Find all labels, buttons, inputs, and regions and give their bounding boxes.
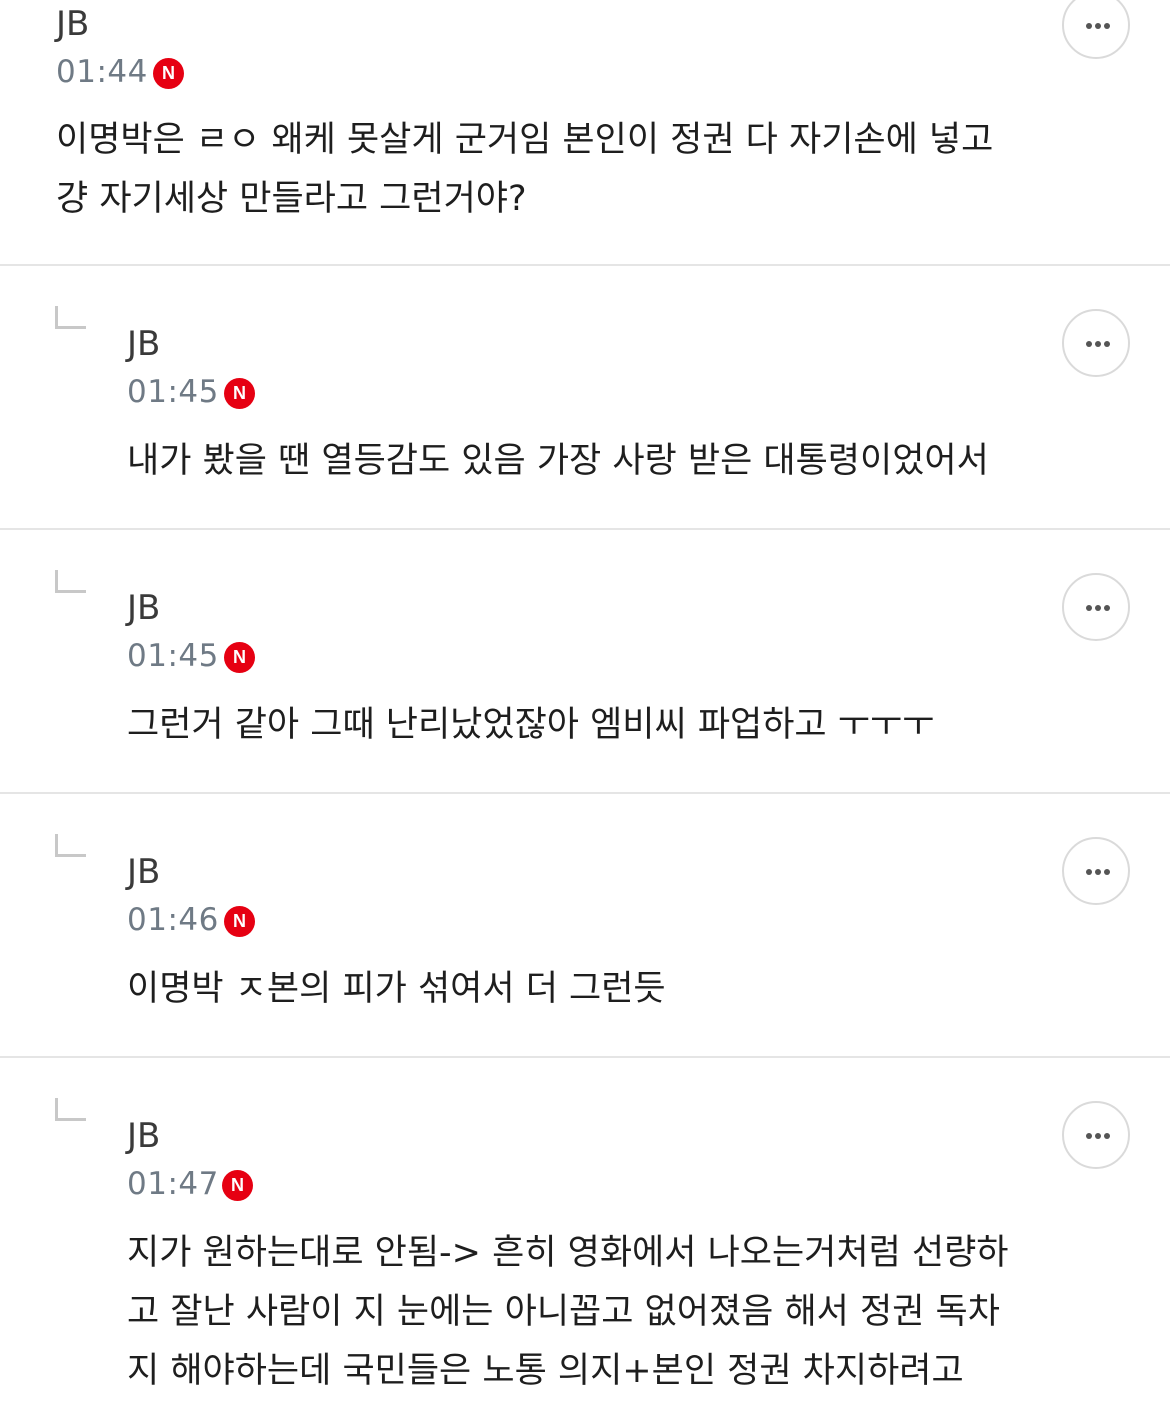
more-horizontal-icon [1086, 1133, 1092, 1139]
comment-text: 지가 원하는대로 안됨-> 흔히 영화에서 나오는거처럼 선량하 고 잘난 사람… [127, 1233, 1009, 1391]
comment-item: JB 01:44 N 이명박은 ㄹㅇ 왜케 못살게 군거임 본인이 정권 다 자… [0, 0, 1170, 265]
more-horizontal-icon [1086, 605, 1092, 611]
more-dot [1104, 23, 1110, 29]
new-badge-icon: N [224, 906, 255, 937]
more-options-button[interactable] [1062, 573, 1130, 641]
more-dot [1095, 605, 1101, 611]
more-horizontal-icon [1086, 23, 1092, 29]
more-dot [1095, 23, 1101, 29]
comment-author[interactable]: JB [127, 1116, 160, 1156]
more-horizontal-icon [1086, 869, 1092, 875]
more-horizontal-icon [1086, 341, 1092, 347]
comment-author[interactable]: JB [56, 4, 89, 44]
reply-item: JB 01:47 N 지가 원하는대로 안됨-> 흔히 영화에서 나오는거처럼 … [0, 1058, 1170, 1428]
more-options-button[interactable] [1062, 1101, 1130, 1169]
comment-time: 01:46 [127, 902, 219, 938]
reply-arrow-icon [55, 306, 86, 329]
comment-text: 이명박은 ㄹㅇ 왜케 못살게 군거임 본인이 정권 다 자기손에 넣고 걍 자기… [56, 120, 994, 219]
more-dot [1104, 605, 1110, 611]
comment-author[interactable]: JB [127, 324, 160, 364]
reply-arrow-icon [55, 1098, 86, 1121]
more-dot [1104, 1133, 1110, 1139]
more-options-button[interactable] [1062, 837, 1130, 905]
reply-item: JB 01:45 N 내가 봤을 땐 열등감도 있음 가장 사랑 받은 대통령이… [0, 266, 1170, 528]
comment-text: 이명박 ㅈ본의 피가 섞여서 더 그런듯 [127, 969, 666, 1009]
comment-time: 01:44 [56, 54, 148, 90]
comment-time: 01:45 [127, 638, 219, 674]
comment-time: 01:45 [127, 374, 219, 410]
more-options-button[interactable] [1062, 0, 1130, 59]
more-dot [1095, 1133, 1101, 1139]
more-dot [1104, 341, 1110, 347]
more-dot [1104, 869, 1110, 875]
more-options-button[interactable] [1062, 309, 1130, 377]
reply-arrow-icon [55, 570, 86, 593]
comment-time: 01:47 [127, 1166, 219, 1202]
reply-item: JB 01:45 N 그런거 같아 그때 난리났었잖아 엠비씨 파업하고 ㅜㅜㅜ [0, 530, 1170, 792]
comment-text: 내가 봤을 땐 열등감도 있음 가장 사랑 받은 대통령이었어서 [127, 441, 989, 481]
reply-item: JB 01:46 N 이명박 ㅈ본의 피가 섞여서 더 그런듯 [0, 794, 1170, 1056]
new-badge-icon: N [224, 642, 255, 673]
more-dot [1095, 869, 1101, 875]
comment-text: 그런거 같아 그때 난리났었잖아 엠비씨 파업하고 ㅜㅜㅜ [127, 705, 935, 745]
new-badge-icon: N [222, 1170, 253, 1201]
reply-arrow-icon [55, 834, 86, 857]
more-dot [1095, 341, 1101, 347]
new-badge-icon: N [153, 58, 184, 89]
new-badge-icon: N [224, 378, 255, 409]
comment-author[interactable]: JB [127, 852, 160, 892]
comment-author[interactable]: JB [127, 588, 160, 628]
